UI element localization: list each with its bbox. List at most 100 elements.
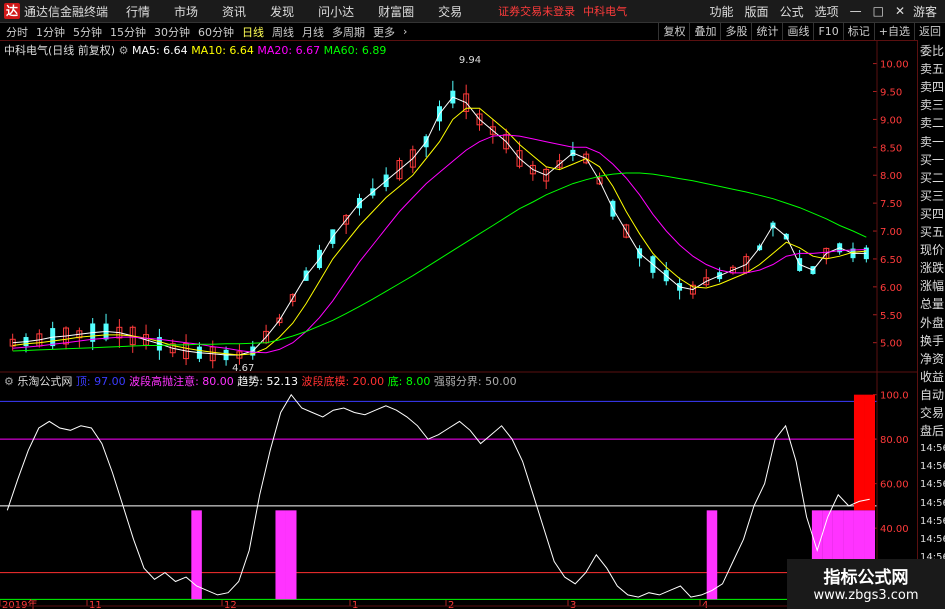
side-panel-label: 盘后 xyxy=(920,424,945,439)
right-menu: 功能 版面 公式 选项 — □ ✕ xyxy=(699,0,905,22)
menu-options[interactable]: 选项 xyxy=(815,3,839,20)
side-panel-label: 买二 xyxy=(920,170,945,185)
chart-area[interactable]: 10.00 9.50 9.00 8.50 8.00 7.50 7.00 6.50 6.00 5.5… xyxy=(0,40,917,609)
legend-trend: 趋势: 52.13 xyxy=(237,375,298,388)
f10-button[interactable]: F10 xyxy=(813,23,842,40)
legend-bottom-mode: 波段底模: 20.00 xyxy=(301,375,385,388)
side-panel-label: 买五 xyxy=(920,225,945,239)
settings-icon[interactable]: ⚙ xyxy=(119,44,129,57)
legend-top: 顶: 97.00 xyxy=(75,375,126,388)
y-tick-label: 9.50 xyxy=(880,87,902,98)
adjust-button[interactable]: 复权 xyxy=(658,23,689,40)
tab-60min[interactable]: 60分钟 xyxy=(198,24,234,40)
tab-more[interactable]: 更多 xyxy=(373,24,395,40)
minimize-icon[interactable]: — xyxy=(850,4,862,18)
watermark-title: 指标公式网 xyxy=(823,568,909,588)
side-panel-label: 卖二 xyxy=(920,116,945,131)
y-tick-label: 80.00 xyxy=(880,435,909,446)
side-panel-label: 收益 xyxy=(920,369,945,384)
settings-icon[interactable]: ⚙ xyxy=(4,375,14,388)
side-panel-label: 买四 xyxy=(920,206,945,221)
watermark-url: www.zbgs3.com xyxy=(813,588,919,603)
y-tick-label: 60.00 xyxy=(880,480,909,491)
x-tick-label: 3 xyxy=(570,600,576,609)
legend-sell-warning: 波段高抛注意: 80.00 xyxy=(129,375,234,388)
y-tick-label: 5.00 xyxy=(880,339,902,350)
legend-ma10: MA10: 6.64 xyxy=(191,44,254,57)
x-tick-label: 11 xyxy=(89,600,102,609)
y-tick-label: 40.00 xyxy=(880,524,909,535)
tab-weekly[interactable]: 周线 xyxy=(272,24,294,40)
main-legend: 中科电气(日线 前复权) ⚙ MA5: 6.64 MA10: 6.64 MA20… xyxy=(4,42,387,57)
chevron-right-icon[interactable]: › xyxy=(403,25,407,38)
add-watchlist-button[interactable]: +自选 xyxy=(873,23,914,40)
x-tick-label: 1 xyxy=(352,600,358,609)
legend-ma20: MA20: 6.67 xyxy=(257,44,321,57)
tab-intraday[interactable]: 分时 xyxy=(6,24,28,40)
menu-market[interactable]: 行情 xyxy=(126,3,150,20)
side-panel-label: 14:56 xyxy=(920,497,945,509)
menu-trade[interactable]: 交易 xyxy=(438,3,462,20)
quote-side-panel: 委比 卖五 卖四 卖三 卖二 卖一 买一 买二 买三 买四 买五 现价 涨跌 涨幅 总量 外盘 换手 净资 收益 自动… xyxy=(917,40,945,609)
side-panel-label: 外盘 xyxy=(920,315,945,330)
menu-layout[interactable]: 版面 xyxy=(745,3,769,20)
tab-30min[interactable]: 30分钟 xyxy=(154,24,190,40)
guest-user[interactable]: 游客 xyxy=(913,3,937,20)
y-tick-label: 8.00 xyxy=(880,171,902,182)
y-tick-label: 9.00 xyxy=(880,115,902,126)
statistics-button[interactable]: 统计 xyxy=(751,23,782,40)
tab-multi-period[interactable]: 多周期 xyxy=(332,24,365,40)
side-panel-label: 14:56 xyxy=(920,515,945,527)
menu-discover[interactable]: 发现 xyxy=(270,3,294,20)
ma-line-ma10 xyxy=(12,107,867,356)
signal-bar xyxy=(864,394,875,511)
menu-ask[interactable]: 问小达 xyxy=(318,3,354,20)
x-tick-label: 2 xyxy=(448,600,454,609)
tab-daily[interactable]: 日线 xyxy=(242,24,264,40)
legend-strength-divider: 强弱分界: 50.00 xyxy=(433,375,517,388)
indicator-name[interactable]: 乐淘公式网 xyxy=(17,375,72,388)
tab-monthly[interactable]: 月线 xyxy=(302,24,324,40)
y-tick-label: 100.0 xyxy=(880,391,909,402)
legend-ma5: MA5: 6.64 xyxy=(131,44,188,57)
y-tick-label: 7.00 xyxy=(880,227,902,238)
draw-line-button[interactable]: 画线 xyxy=(782,23,813,40)
price-annotation: 9.94 xyxy=(459,55,481,66)
tool-buttons: 复权 叠加 多股 统计 画线 F10 标记 +自选 返回 xyxy=(658,23,945,40)
y-tick-label: 8.50 xyxy=(880,143,902,154)
tab-1min[interactable]: 1分钟 xyxy=(36,24,65,40)
signal-bar xyxy=(275,510,286,600)
y-tick-label: 6.00 xyxy=(880,283,902,294)
menu-formula[interactable]: 公式 xyxy=(780,3,804,20)
side-panel-label: 现价 xyxy=(920,243,945,258)
side-panel-label: 14:56 xyxy=(920,533,945,545)
indicator-pane: 100.080.0060.0040.0020.00 xyxy=(0,391,909,600)
multi-stock-button[interactable]: 多股 xyxy=(720,23,751,40)
close-icon[interactable]: ✕ xyxy=(895,4,905,18)
menu-wealth-circle[interactable]: 财富圈 xyxy=(378,3,414,20)
menu-news[interactable]: 资讯 xyxy=(222,3,246,20)
mark-button[interactable]: 标记 xyxy=(842,23,874,40)
signal-bar xyxy=(853,394,865,511)
side-panel-label: 14:56 xyxy=(920,443,945,455)
side-panel-label: 14:56 xyxy=(920,461,945,473)
menu-function[interactable]: 功能 xyxy=(710,3,734,20)
ma-line-ma60 xyxy=(12,172,867,352)
login-warning[interactable]: 证券交易未登录 xyxy=(498,3,575,19)
legend-ma60: MA60: 6.89 xyxy=(323,44,387,57)
tab-15min[interactable]: 15分钟 xyxy=(110,24,146,40)
overlay-button[interactable]: 叠加 xyxy=(689,23,720,40)
ma-line-ma5 xyxy=(12,96,867,356)
period-tab-bar: 分时 1分钟 5分钟 15分钟 30分钟 60分钟 日线 周线 月线 多周期 更… xyxy=(0,23,945,41)
side-panel-label: 涨跌 xyxy=(920,261,945,276)
restore-icon[interactable]: □ xyxy=(873,4,884,18)
back-button[interactable]: 返回 xyxy=(914,23,945,40)
tab-5min[interactable]: 5分钟 xyxy=(73,24,102,40)
y-tick-label: 7.50 xyxy=(880,199,902,210)
side-panel-label: 卖三 xyxy=(920,98,945,113)
menu-bar: 达 通达信金融终端 行情 市场 资讯 发现 问小达 财富圈 交易 证券交易未登录… xyxy=(0,0,945,23)
menu-exchange[interactable]: 市场 xyxy=(174,3,198,20)
side-panel-label: 14:56 xyxy=(920,479,945,491)
side-panel-label: 自动 xyxy=(920,387,945,402)
side-panel-label: 买三 xyxy=(920,188,945,203)
